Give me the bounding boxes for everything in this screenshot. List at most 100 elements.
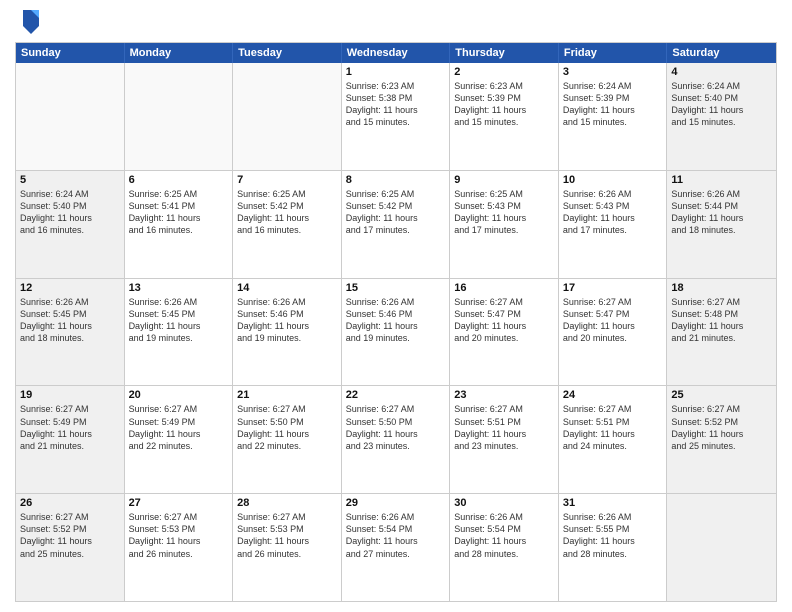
weekday-header-monday: Monday <box>125 43 234 63</box>
calendar-day-14: 14 Sunrise: 6:26 AM Sunset: 5:46 PM Dayli… <box>233 279 342 386</box>
day-info: Sunrise: 6:26 AM Sunset: 5:44 PM Dayligh… <box>671 188 772 237</box>
calendar-day-10: 10 Sunrise: 6:26 AM Sunset: 5:43 PM Dayli… <box>559 171 668 278</box>
header <box>15 10 777 34</box>
weekday-header-friday: Friday <box>559 43 668 63</box>
day-info: Sunrise: 6:26 AM Sunset: 5:45 PM Dayligh… <box>129 296 229 345</box>
calendar-day-8: 8 Sunrise: 6:25 AM Sunset: 5:42 PM Daylig… <box>342 171 451 278</box>
calendar-day-31: 31 Sunrise: 6:26 AM Sunset: 5:55 PM Dayli… <box>559 494 668 601</box>
calendar-header: SundayMondayTuesdayWednesdayThursdayFrid… <box>16 43 776 63</box>
day-info: Sunrise: 6:26 AM Sunset: 5:54 PM Dayligh… <box>346 511 446 560</box>
calendar-day-18: 18 Sunrise: 6:27 AM Sunset: 5:48 PM Dayli… <box>667 279 776 386</box>
day-info: Sunrise: 6:25 AM Sunset: 5:41 PM Dayligh… <box>129 188 229 237</box>
day-number: 27 <box>129 497 229 509</box>
day-number: 8 <box>346 174 446 186</box>
day-info: Sunrise: 6:27 AM Sunset: 5:52 PM Dayligh… <box>20 511 120 560</box>
day-number: 29 <box>346 497 446 509</box>
day-number: 30 <box>454 497 554 509</box>
day-info: Sunrise: 6:27 AM Sunset: 5:49 PM Dayligh… <box>20 403 120 452</box>
day-info: Sunrise: 6:25 AM Sunset: 5:42 PM Dayligh… <box>346 188 446 237</box>
day-number: 1 <box>346 66 446 78</box>
day-number: 19 <box>20 389 120 401</box>
day-info: Sunrise: 6:27 AM Sunset: 5:51 PM Dayligh… <box>454 403 554 452</box>
day-info: Sunrise: 6:26 AM Sunset: 5:54 PM Dayligh… <box>454 511 554 560</box>
day-info: Sunrise: 6:23 AM Sunset: 5:39 PM Dayligh… <box>454 80 554 129</box>
calendar-body: 1 Sunrise: 6:23 AM Sunset: 5:38 PM Daylig… <box>16 63 776 601</box>
day-number: 7 <box>237 174 337 186</box>
calendar-day-15: 15Sunrise: 6:26 AM Sunset: 5:46 PM Dayli… <box>342 279 451 386</box>
calendar-day-11: 11 Sunrise: 6:26 AM Sunset: 5:44 PM Dayli… <box>667 171 776 278</box>
day-number: 25 <box>671 389 772 401</box>
calendar-day-4: 4 Sunrise: 6:24 AM Sunset: 5:40 PM Daylig… <box>667 63 776 170</box>
calendar-day-22: 22 Sunrise: 6:27 AM Sunset: 5:50 PM Dayli… <box>342 386 451 493</box>
logo-icon <box>19 6 43 34</box>
day-number: 10 <box>563 174 663 186</box>
day-info: Sunrise: 6:27 AM Sunset: 5:50 PM Dayligh… <box>237 403 337 452</box>
calendar-day-26: 26 Sunrise: 6:27 AM Sunset: 5:52 PM Dayli… <box>16 494 125 601</box>
day-info: Sunrise: 6:26 AM Sunset: 5:55 PM Dayligh… <box>563 511 663 560</box>
day-info: Sunrise: 6:24 AM Sunset: 5:39 PM Dayligh… <box>563 80 663 129</box>
day-info: Sunrise: 6:27 AM Sunset: 5:49 PM Dayligh… <box>129 403 229 452</box>
day-number: 24 <box>563 389 663 401</box>
day-number: 17 <box>563 282 663 294</box>
calendar-row-1: 5 Sunrise: 6:24 AM Sunset: 5:40 PM Daylig… <box>16 171 776 279</box>
day-info: Sunrise: 6:27 AM Sunset: 5:51 PM Dayligh… <box>563 403 663 452</box>
day-info: Sunrise: 6:26 AM Sunset: 5:45 PM Dayligh… <box>20 296 120 345</box>
day-number: 12 <box>20 282 120 294</box>
calendar-day-23: 23Sunrise: 6:27 AM Sunset: 5:51 PM Dayli… <box>450 386 559 493</box>
day-info: Sunrise: 6:25 AM Sunset: 5:43 PM Dayligh… <box>454 188 554 237</box>
calendar-day-30: 30 Sunrise: 6:26 AM Sunset: 5:54 PM Dayli… <box>450 494 559 601</box>
calendar-empty-4-6 <box>667 494 776 601</box>
calendar-day-21: 21 Sunrise: 6:27 AM Sunset: 5:50 PM Dayli… <box>233 386 342 493</box>
weekday-header-saturday: Saturday <box>667 43 776 63</box>
weekday-header-wednesday: Wednesday <box>342 43 451 63</box>
day-number: 22 <box>346 389 446 401</box>
calendar-day-25: 25 Sunrise: 6:27 AM Sunset: 5:52 PM Dayli… <box>667 386 776 493</box>
day-info: Sunrise: 6:27 AM Sunset: 5:48 PM Dayligh… <box>671 296 772 345</box>
calendar-day-17: 17Sunrise: 6:27 AM Sunset: 5:47 PM Dayli… <box>559 279 668 386</box>
day-info: Sunrise: 6:26 AM Sunset: 5:46 PM Dayligh… <box>237 296 337 345</box>
day-info: Sunrise: 6:26 AM Sunset: 5:46 PM Dayligh… <box>346 296 446 345</box>
calendar-empty-0-1 <box>125 63 234 170</box>
weekday-header-tuesday: Tuesday <box>233 43 342 63</box>
weekday-header-thursday: Thursday <box>450 43 559 63</box>
day-number: 16 <box>454 282 554 294</box>
day-info: Sunrise: 6:27 AM Sunset: 5:52 PM Dayligh… <box>671 403 772 452</box>
calendar-empty-0-0 <box>16 63 125 170</box>
day-number: 18 <box>671 282 772 294</box>
calendar-day-6: 6Sunrise: 6:25 AM Sunset: 5:41 PM Daylig… <box>125 171 234 278</box>
calendar-row-4: 26 Sunrise: 6:27 AM Sunset: 5:52 PM Dayli… <box>16 494 776 601</box>
calendar-day-9: 9Sunrise: 6:25 AM Sunset: 5:43 PM Daylig… <box>450 171 559 278</box>
calendar-day-28: 28 Sunrise: 6:27 AM Sunset: 5:53 PM Dayli… <box>233 494 342 601</box>
calendar-row-0: 1 Sunrise: 6:23 AM Sunset: 5:38 PM Daylig… <box>16 63 776 171</box>
day-number: 26 <box>20 497 120 509</box>
calendar: SundayMondayTuesdayWednesdayThursdayFrid… <box>15 42 777 602</box>
calendar-day-1: 1 Sunrise: 6:23 AM Sunset: 5:38 PM Daylig… <box>342 63 451 170</box>
calendar-day-2: 2 Sunrise: 6:23 AM Sunset: 5:39 PM Daylig… <box>450 63 559 170</box>
day-info: Sunrise: 6:27 AM Sunset: 5:53 PM Dayligh… <box>129 511 229 560</box>
day-number: 14 <box>237 282 337 294</box>
calendar-day-12: 12 Sunrise: 6:26 AM Sunset: 5:45 PM Dayli… <box>16 279 125 386</box>
calendar-day-24: 24 Sunrise: 6:27 AM Sunset: 5:51 PM Dayli… <box>559 386 668 493</box>
day-number: 20 <box>129 389 229 401</box>
weekday-header-sunday: Sunday <box>16 43 125 63</box>
day-info: Sunrise: 6:26 AM Sunset: 5:43 PM Dayligh… <box>563 188 663 237</box>
calendar-day-7: 7Sunrise: 6:25 AM Sunset: 5:42 PM Daylig… <box>233 171 342 278</box>
day-info: Sunrise: 6:24 AM Sunset: 5:40 PM Dayligh… <box>671 80 772 129</box>
calendar-empty-0-2 <box>233 63 342 170</box>
day-info: Sunrise: 6:24 AM Sunset: 5:40 PM Dayligh… <box>20 188 120 237</box>
day-info: Sunrise: 6:27 AM Sunset: 5:53 PM Dayligh… <box>237 511 337 560</box>
day-number: 2 <box>454 66 554 78</box>
day-number: 4 <box>671 66 772 78</box>
day-number: 11 <box>671 174 772 186</box>
day-number: 31 <box>563 497 663 509</box>
day-number: 13 <box>129 282 229 294</box>
calendar-day-27: 27 Sunrise: 6:27 AM Sunset: 5:53 PM Dayli… <box>125 494 234 601</box>
calendar-day-20: 20 Sunrise: 6:27 AM Sunset: 5:49 PM Dayli… <box>125 386 234 493</box>
day-info: Sunrise: 6:27 AM Sunset: 5:50 PM Dayligh… <box>346 403 446 452</box>
day-number: 28 <box>237 497 337 509</box>
calendar-row-2: 12 Sunrise: 6:26 AM Sunset: 5:45 PM Dayli… <box>16 279 776 387</box>
day-number: 5 <box>20 174 120 186</box>
day-number: 21 <box>237 389 337 401</box>
calendar-day-3: 3Sunrise: 6:24 AM Sunset: 5:39 PM Daylig… <box>559 63 668 170</box>
day-info: Sunrise: 6:23 AM Sunset: 5:38 PM Dayligh… <box>346 80 446 129</box>
